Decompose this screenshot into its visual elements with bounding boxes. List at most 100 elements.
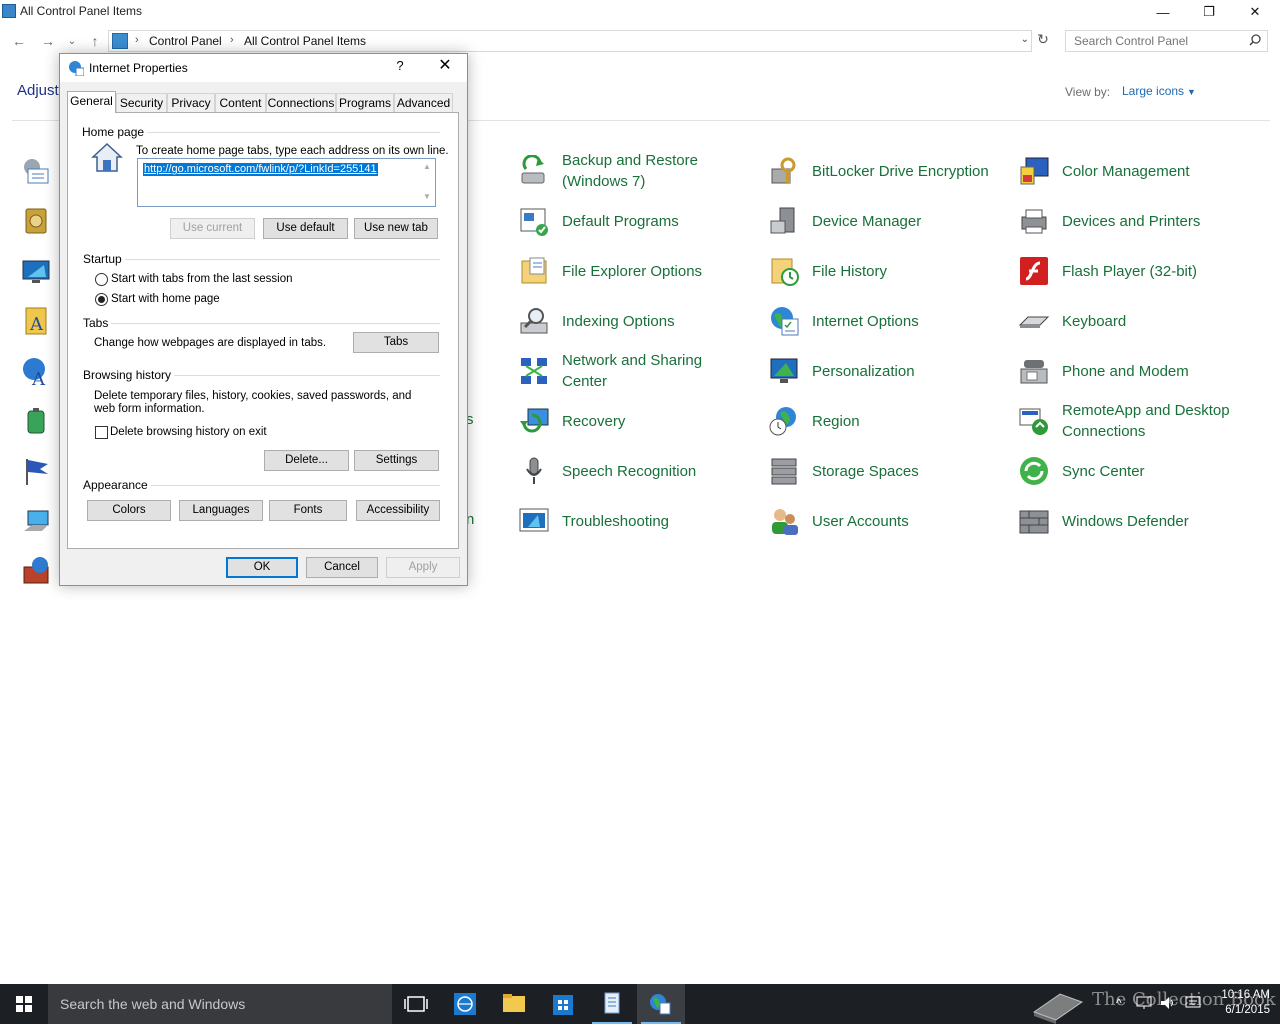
cp-item-label[interactable]: Sync Center: [1062, 461, 1145, 482]
cp-item-label[interactable]: Network and Sharing Center: [562, 350, 722, 392]
cp-item-phone-modem[interactable]: Phone and Modem: [1018, 349, 1189, 393]
home-page-url-value[interactable]: http://go.microsoft.com/fwlink/p/?LinkId…: [143, 163, 378, 176]
cp-item-label[interactable]: Storage Spaces: [812, 461, 919, 482]
cp-item-troubleshooting[interactable]: Troubleshooting: [518, 499, 669, 543]
breadcrumb-all-items[interactable]: All Control Panel Items: [244, 34, 366, 48]
cp-item-label[interactable]: Windows Defender: [1062, 511, 1189, 532]
cp-item-backup-restore[interactable]: Backup and Restore (Windows 7): [518, 149, 712, 193]
cp-item-label[interactable]: Troubleshooting: [562, 511, 669, 532]
delete-on-exit-label[interactable]: Delete browsing history on exit: [110, 426, 267, 439]
task-view-icon[interactable]: [392, 984, 440, 1024]
network-icon[interactable]: [1136, 996, 1152, 1010]
startup-last-session-label[interactable]: Start with tabs from the last session: [111, 273, 293, 286]
cp-item-label[interactable]: User Accounts: [812, 511, 909, 532]
close-button[interactable]: ✕: [1232, 0, 1278, 24]
cp-item-recovery[interactable]: Recovery: [518, 399, 625, 443]
history-settings-button[interactable]: Settings: [354, 450, 439, 471]
minimize-button[interactable]: —: [1140, 0, 1186, 24]
view-by-dropdown[interactable]: Large icons ▼: [1122, 84, 1196, 98]
cp-item-label[interactable]: BitLocker Drive Encryption: [812, 161, 989, 182]
dialog-close-button[interactable]: ✕: [433, 55, 457, 77]
cp-item-storage-spaces[interactable]: Storage Spaces: [768, 449, 919, 493]
view-by-value[interactable]: Large icons: [1122, 84, 1184, 98]
cp-item-windows-defender[interactable]: Windows Defender: [1018, 499, 1189, 543]
cp-item-devices-printers[interactable]: Devices and Printers: [1018, 199, 1200, 243]
cp-item-label[interactable]: Personalization: [812, 361, 915, 382]
cp-item-label[interactable]: Speech Recognition: [562, 461, 696, 482]
tab-general[interactable]: General: [67, 91, 116, 113]
cp-item-keyboard[interactable]: Keyboard: [1018, 299, 1126, 343]
cancel-button[interactable]: Cancel: [306, 557, 378, 578]
tab-programs[interactable]: Programs: [336, 93, 394, 112]
cp-item-network-sharing[interactable]: Network and Sharing Center: [518, 349, 722, 393]
cp-item-label[interactable]: Region: [812, 411, 860, 432]
scroll-down-icon[interactable]: ▼: [423, 192, 431, 201]
cp-item-label[interactable]: RemoteApp and Desktop Connections: [1062, 400, 1252, 442]
windows-start-icon[interactable]: [0, 984, 48, 1024]
delete-on-exit-checkbox[interactable]: [95, 426, 108, 439]
startup-home-page-radio[interactable]: [95, 293, 108, 306]
languages-button[interactable]: Languages: [179, 500, 263, 521]
show-hidden-icons[interactable]: ^: [1116, 996, 1122, 1010]
cp-item-label[interactable]: File Explorer Options: [562, 261, 702, 282]
taskbar-internet-properties[interactable]: [637, 984, 685, 1024]
ok-button[interactable]: OK: [226, 557, 298, 578]
breadcrumb-separator[interactable]: ›: [230, 34, 234, 46]
address-dropdown-icon[interactable]: ⌄: [1021, 34, 1029, 45]
cp-item-user-accounts[interactable]: User Accounts: [768, 499, 909, 543]
tabs-settings-button[interactable]: Tabs: [353, 332, 439, 353]
address-bar[interactable]: › Control Panel › All Control Panel Item…: [108, 30, 1032, 52]
accessibility-button[interactable]: Accessibility: [356, 500, 440, 521]
internet-explorer-icon[interactable]: [441, 984, 489, 1024]
restore-button[interactable]: ❐: [1186, 0, 1232, 24]
cp-item-label[interactable]: Devices and Printers: [1062, 211, 1200, 232]
startup-home-page-label[interactable]: Start with home page: [111, 293, 220, 306]
search-icon[interactable]: [1249, 34, 1261, 46]
tab-privacy[interactable]: Privacy: [167, 93, 215, 112]
cp-item-label[interactable]: Flash Player (32-bit): [1062, 261, 1197, 282]
system-icon[interactable]: [20, 505, 52, 537]
autoplay-icon[interactable]: [20, 255, 52, 287]
cp-item-sync-center[interactable]: Sync Center: [1018, 449, 1145, 493]
cp-item-label[interactable]: Default Programs: [562, 211, 679, 232]
use-new-tab-button[interactable]: Use new tab: [354, 218, 438, 239]
search-input[interactable]: [1066, 31, 1246, 51]
tab-connections[interactable]: Connections: [266, 93, 336, 112]
cp-item-file-explorer-options[interactable]: File Explorer Options: [518, 249, 702, 293]
cp-item-file-history[interactable]: File History: [768, 249, 887, 293]
language-icon[interactable]: A: [20, 355, 52, 387]
startup-last-session-radio[interactable]: [95, 273, 108, 286]
taskbar-clock[interactable]: 10:16 AM 6/1/2015: [1210, 988, 1270, 1018]
home-page-url-textarea[interactable]: http://go.microsoft.com/fwlink/p/?LinkId…: [137, 158, 436, 207]
fonts-icon[interactable]: A: [20, 305, 52, 337]
cp-item-label[interactable]: Device Manager: [812, 211, 921, 232]
refresh-button[interactable]: ↻: [1034, 31, 1052, 51]
cp-item-color-management[interactable]: Color Management: [1018, 149, 1190, 193]
tab-advanced[interactable]: Advanced: [394, 93, 453, 112]
cp-item-label[interactable]: Phone and Modem: [1062, 361, 1189, 382]
administrative-tools-icon[interactable]: [20, 205, 52, 237]
cp-item-label[interactable]: Backup and Restore (Windows 7): [562, 150, 712, 192]
store-icon[interactable]: [539, 984, 587, 1024]
back-button[interactable]: ←: [9, 31, 29, 51]
taskbar-search-box[interactable]: Search the web and Windows: [48, 984, 392, 1024]
search-box[interactable]: [1065, 30, 1268, 52]
forward-button[interactable]: →: [38, 31, 58, 51]
file-explorer-icon[interactable]: [490, 984, 538, 1024]
clock-time[interactable]: 10:16 AM: [1210, 988, 1270, 1003]
apply-button[interactable]: Apply: [386, 557, 460, 578]
taskbar-search-placeholder[interactable]: Search the web and Windows: [60, 996, 245, 1012]
windows-firewall-icon[interactable]: [20, 555, 52, 587]
cp-item-label[interactable]: Recovery: [562, 411, 625, 432]
cp-item-default-programs[interactable]: Default Programs: [518, 199, 679, 243]
up-button[interactable]: ↑: [85, 31, 105, 51]
delete-history-button[interactable]: Delete...: [264, 450, 349, 471]
cp-item-label[interactable]: Color Management: [1062, 161, 1190, 182]
help-button[interactable]: ?: [390, 56, 410, 76]
action-center-icon[interactable]: [1185, 996, 1201, 1010]
cp-item-speech-recognition[interactable]: Speech Recognition: [518, 449, 696, 493]
cp-item-indexing-options[interactable]: Indexing Options: [518, 299, 675, 343]
colors-button[interactable]: Colors: [87, 500, 171, 521]
cp-item-remoteapp[interactable]: RemoteApp and Desktop Connections: [1018, 399, 1252, 443]
cp-item-personalization[interactable]: Personalization: [768, 349, 915, 393]
